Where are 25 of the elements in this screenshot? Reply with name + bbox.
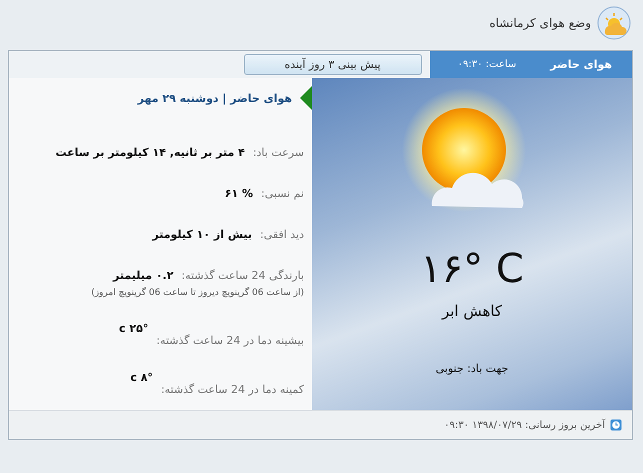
- last-update-label: آخرین بروز رسانی: ۱۳۹۸/۰۷/۲۹ ۰۹:۳۰: [444, 420, 605, 430]
- temperature-reading: ۱۶° C: [420, 246, 524, 292]
- detail-label: بیشینه دما در 24 ساعت گذشته:: [156, 334, 304, 347]
- detail-note: (از ساعت 06 گرینویچ دیروز تا ساعت 06 گرینویچ امروز): [90, 288, 304, 298]
- tab[interactable]: هوای حاضر: [530, 51, 632, 78]
- detail-label: بارندگی 24 ساعت گذشته:: [181, 269, 304, 282]
- detail-value: % ۶۱: [224, 187, 254, 200]
- detail-label: کمینه دما در 24 ساعت گذشته:: [160, 383, 304, 396]
- detail-value: ۰.۲ میلیمتر: [113, 269, 174, 282]
- tab[interactable]: پیش بینی ۳ روز آینده: [244, 54, 422, 75]
- condition-label: کاهش ابر: [442, 302, 502, 320]
- weather-logo-icon: [597, 6, 631, 40]
- detail-label: دید افقی:: [260, 228, 304, 241]
- detail-value: بیش از ۱۰ کیلومتر: [152, 228, 252, 241]
- time-label: ساعت: ۰۹:۳۰: [458, 59, 516, 70]
- page-title: وضع هوای کرمانشاه: [489, 16, 591, 30]
- details-heading: هوای حاضر | دوشنبه ۲۹ مهر: [138, 92, 292, 104]
- detail-label: نم نسبی:: [261, 187, 304, 200]
- wind-direction-label: جهت باد: جنوبی: [436, 362, 508, 375]
- detail-value: ۸° c: [130, 371, 153, 384]
- clock-icon: [610, 419, 622, 431]
- detail-value: ۴ متر بر ثانیه, ۱۴ کیلومتر بر ساعت: [56, 146, 245, 159]
- detail-value: ۲۵° c: [119, 322, 148, 335]
- pointer-icon: [300, 86, 312, 110]
- detail-label: سرعت باد:: [252, 146, 304, 159]
